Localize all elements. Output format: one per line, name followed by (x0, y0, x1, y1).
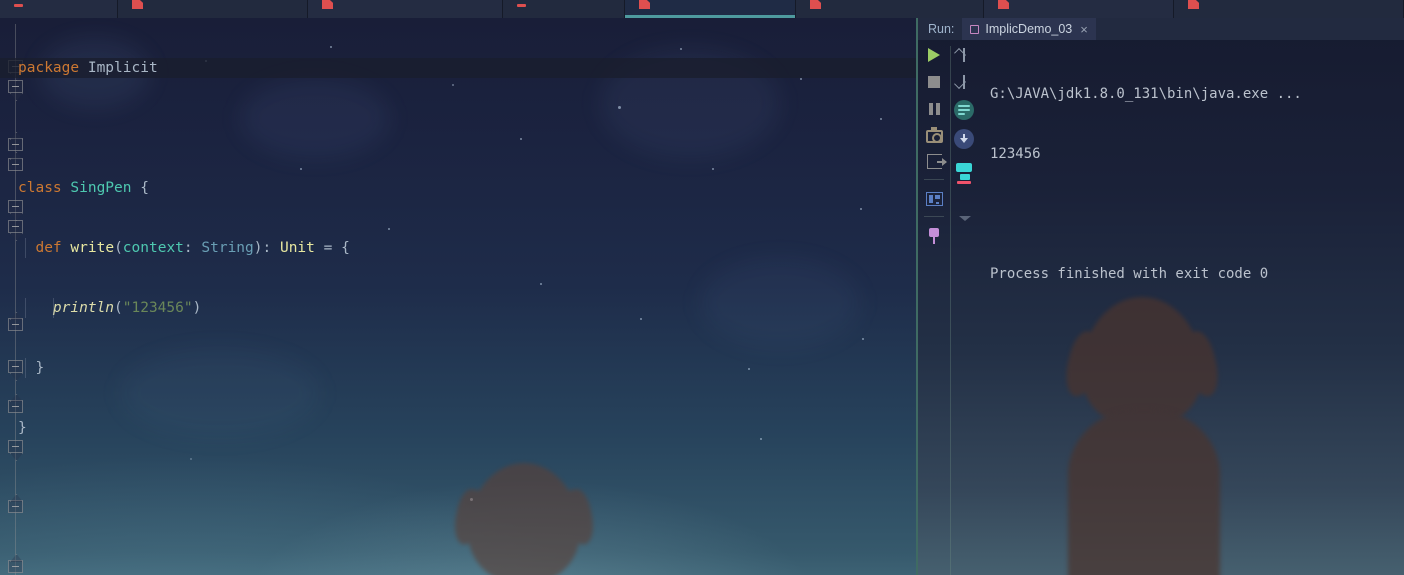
arrow-up-icon[interactable] (955, 46, 973, 64)
scala-file-icon (14, 4, 23, 7)
editor-tab-7[interactable] (984, 0, 1174, 18)
editor-tab-strip (0, 0, 1404, 18)
chevron-down-icon[interactable] (958, 214, 971, 222)
code-line-3: class SingPen { (18, 180, 149, 196)
run-panel-header: Run: ImplicDemo_03 × (918, 18, 1404, 40)
console-output[interactable]: G:\JAVA\jdk1.8.0_131\bin\java.exe ... 12… (990, 44, 1400, 324)
code-editor[interactable]: package Implicit class SingPen { def wri… (0, 18, 916, 575)
console-output-line: 123456 (990, 146, 1041, 162)
run-play-icon[interactable] (925, 46, 943, 64)
scala-file-icon (517, 4, 526, 7)
pause-icon[interactable] (925, 100, 943, 118)
code-line-7: } (18, 420, 27, 436)
scala-file-icon (1188, 0, 1199, 9)
run-panel-body: G:\JAVA\jdk1.8.0_131\bin\java.exe ... 12… (918, 40, 1404, 575)
code-line-1: package Implicit (0, 58, 916, 78)
editor-tab-2[interactable] (118, 0, 308, 18)
code-line-6: } (0, 358, 916, 378)
scala-file-icon (810, 0, 821, 9)
editor-tab-8[interactable] (1174, 0, 1404, 18)
active-tab-underline (625, 15, 795, 18)
camera-icon[interactable] (925, 127, 943, 143)
editor-tab-3[interactable] (308, 0, 503, 18)
toolbar-separator (924, 216, 944, 217)
stopped-square-icon (970, 24, 980, 34)
editor-tab-4[interactable] (503, 0, 625, 18)
editor-tab-1[interactable] (0, 0, 118, 18)
scala-file-icon (998, 0, 1009, 9)
pin-icon[interactable] (925, 227, 943, 245)
run-right-toolbar (950, 40, 978, 222)
scroll-to-end-icon[interactable] (954, 129, 974, 149)
soft-wrap-icon[interactable] (954, 100, 974, 120)
code-content[interactable]: package Implicit class SingPen { def wri… (0, 18, 916, 575)
scala-file-icon (132, 0, 143, 9)
run-panel-title: Run: (928, 22, 955, 36)
layout-grid-icon[interactable] (925, 192, 943, 206)
stop-square-icon[interactable] (925, 73, 943, 91)
run-tool-window: Run: ImplicDemo_03 × G:\JAVA\jdk1.8.0_13… (916, 18, 1404, 575)
ide-window: package Implicit class SingPen { def wri… (0, 0, 1404, 575)
run-tab-label: ImplicDemo_03 (985, 22, 1073, 36)
printer-icon[interactable] (956, 163, 972, 180)
code-line-5: println("123456") (0, 298, 916, 318)
run-left-toolbar (920, 40, 948, 245)
console-exit-line: Process finished with exit code 0 (990, 266, 1269, 282)
trash-icon[interactable] (955, 181, 973, 199)
export-arrow-icon[interactable] (926, 154, 947, 169)
console-command-line: G:\JAVA\jdk1.8.0_131\bin\java.exe ... (990, 86, 1302, 102)
scala-file-icon (322, 0, 333, 9)
scala-file-icon (639, 0, 650, 9)
code-line-4: def write(context: String): Unit = { (0, 238, 916, 258)
close-icon[interactable]: × (1080, 22, 1088, 37)
arrow-down-icon[interactable] (955, 73, 973, 91)
editor-tab-6[interactable] (796, 0, 984, 18)
run-configuration-tab[interactable]: ImplicDemo_03 × (962, 18, 1096, 40)
toolbar-separator (924, 179, 944, 180)
editor-tab-5[interactable] (625, 0, 796, 18)
